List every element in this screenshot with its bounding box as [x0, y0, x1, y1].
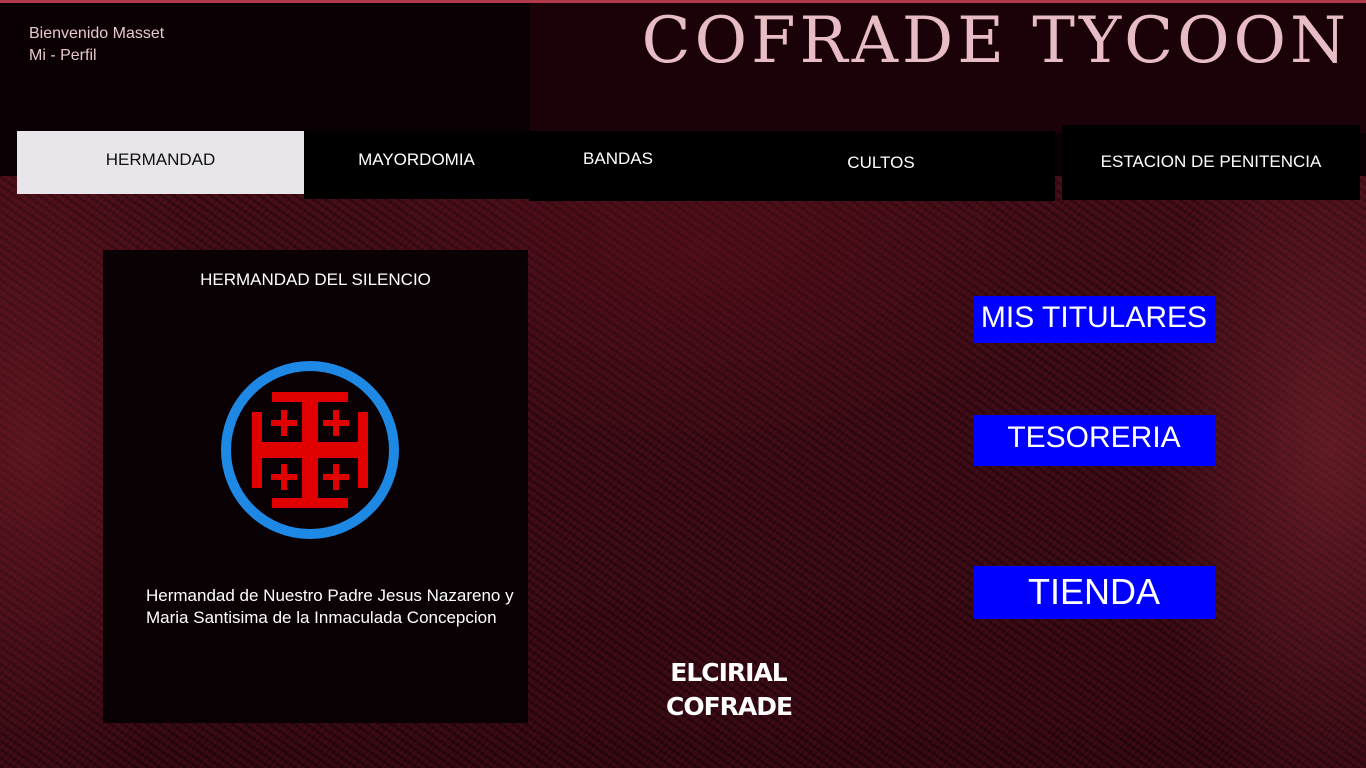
jerusalem-cross-icon [221, 361, 399, 539]
card-title: HERMANDAD DEL SILENCIO [200, 270, 431, 289]
logo-line-2: COFRADE [666, 692, 793, 721]
elcirial-cofrade-logo: ELCIRIAL COFRADE [666, 656, 793, 726]
welcome-text: Bienvenido Masset [29, 25, 165, 42]
logo-line-1: ELCIRIAL [670, 658, 788, 687]
brotherhood-card: HERMANDAD DEL SILENCIO Hermandad de Nues… [103, 250, 528, 723]
app-title: COFRADE TYCOON [641, 4, 1350, 78]
tab-hermandad[interactable]: HERMANDAD [17, 131, 304, 194]
tesoreria-button[interactable]: TESORERIA [973, 415, 1215, 466]
tab-cultos[interactable]: CULTOS [707, 131, 1055, 201]
tab-bandas[interactable]: BANDAS [529, 131, 707, 201]
tab-estacion-de-penitencia[interactable]: ESTACION DE PENITENCIA [1062, 125, 1360, 200]
tab-mayordomia[interactable]: MAYORDOMIA [304, 131, 529, 199]
tienda-button[interactable]: TIENDA [973, 566, 1215, 619]
profile-link[interactable]: Mi - Perfil [29, 45, 164, 67]
user-greeting: Bienvenido Masset Mi - Perfil [29, 23, 164, 67]
brotherhood-description: Hermandad de Nuestro Padre Jesus Nazaren… [146, 586, 514, 627]
mis-titulares-button[interactable]: MIS TITULARES [973, 296, 1215, 343]
